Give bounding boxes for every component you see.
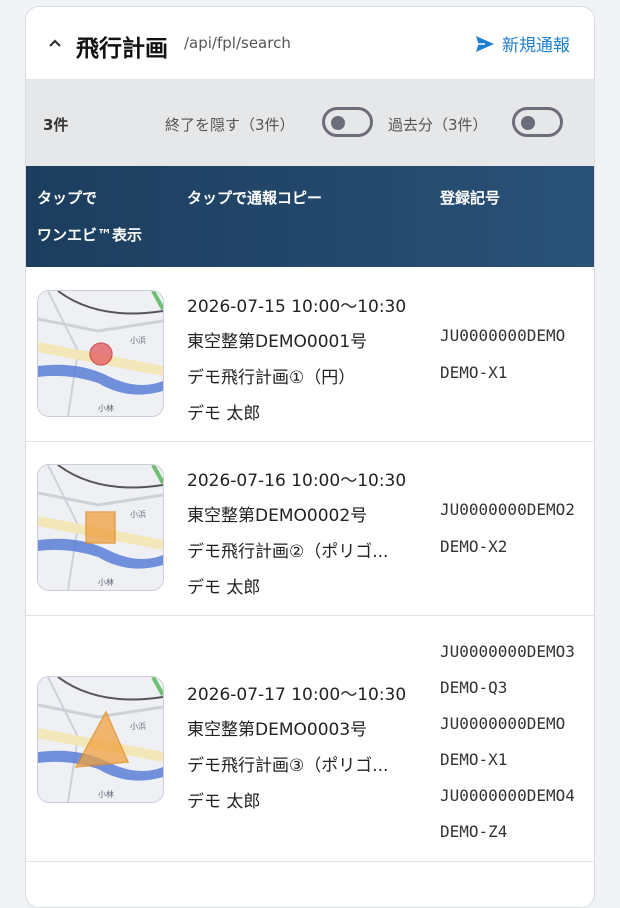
map-label: 小浜: [130, 721, 146, 731]
row-registration: JU0000000DEMO3: [440, 642, 575, 661]
card-header: 飛行計画 /api/fpl/search 新規通報: [26, 7, 594, 80]
new-report-label: 新規通報: [502, 36, 570, 56]
map-image: 小浜 小林: [38, 465, 163, 590]
row-permit: 東空整第DEMO0003号: [187, 720, 368, 740]
row-registration: DEMO-X2: [440, 537, 508, 556]
row-registration: JU0000000DEMO: [440, 714, 566, 733]
flight-area-circle: [89, 342, 113, 366]
map-thumbnail[interactable]: 小浜 小林: [37, 290, 164, 417]
row-datetime: 2026-07-15 10:00〜10:30: [187, 297, 407, 317]
hide-finished-label: 終了を隠す（3件）: [165, 116, 295, 134]
col-header-registration: 登録記号: [440, 189, 501, 207]
table-header: タップで ワンエビ™表示 タップで通報コピー 登録記号: [26, 166, 594, 267]
row-registration: JU0000000DEMO4: [440, 786, 575, 805]
row-pilot: デモ 太郎: [187, 792, 261, 812]
col-header-map-line1: タップで: [37, 189, 98, 207]
filter-bar: 3件 終了を隠す（3件） 過去分（3件）: [26, 80, 594, 166]
map-label: 小林: [98, 403, 114, 413]
flight-plan-card: 飛行計画 /api/fpl/search 新規通報 3件 終了を隠す（3件） 過…: [25, 6, 595, 908]
row-datetime: 2026-07-16 10:00〜10:30: [187, 471, 407, 491]
row-plan-name: デモ飛行計画③（ポリゴ...: [187, 756, 389, 776]
table-row[interactable]: 小浜 小林 2026-07-15 10:00〜10:30 東空整第DEMO000…: [26, 268, 594, 442]
row-permit: 東空整第DEMO0002号: [187, 506, 368, 526]
row-registration: DEMO-X1: [440, 363, 508, 382]
row-registration: DEMO-Q3: [440, 678, 508, 697]
flight-area-square: [85, 511, 116, 544]
map-label: 小浜: [130, 509, 146, 519]
past-label: 過去分（3件）: [388, 116, 488, 134]
api-path: /api/fpl/search: [184, 34, 291, 52]
row-pilot: デモ 太郎: [187, 404, 261, 424]
row-permit: 東空整第DEMO0001号: [187, 332, 368, 352]
table-row[interactable]: 小浜 小林 2026-07-17 10:00〜10:30 東空整第DEMO000…: [26, 616, 594, 862]
row-plan-name: デモ飛行計画①（円）: [187, 368, 356, 388]
col-header-copy: タップで通報コピー: [187, 189, 323, 207]
hide-finished-toggle[interactable]: [322, 107, 373, 137]
row-registration: DEMO-Z4: [440, 822, 508, 841]
row-registration: JU0000000DEMO2: [440, 500, 575, 519]
map-thumbnail[interactable]: 小浜 小林: [37, 464, 164, 591]
new-report-button[interactable]: 新規通報: [475, 31, 570, 56]
row-registration: JU0000000DEMO: [440, 326, 566, 345]
map-image: 小浜 小林: [38, 677, 163, 802]
row-datetime: 2026-07-17 10:00〜10:30: [187, 685, 407, 705]
row-plan-name: デモ飛行計画②（ポリゴ...: [187, 542, 389, 562]
col-header-map-line2: ワンエビ™表示: [37, 226, 143, 244]
map-label: 小林: [98, 789, 114, 799]
page-title: 飛行計画: [76, 36, 168, 62]
chevron-up-icon[interactable]: [48, 36, 62, 50]
send-icon: [476, 35, 494, 52]
past-toggle[interactable]: [512, 107, 563, 137]
toggle-knob: [331, 116, 345, 130]
map-image: 小浜 小林: [38, 291, 163, 416]
row-pilot: デモ 太郎: [187, 578, 261, 598]
toggle-knob: [521, 116, 535, 130]
result-count: 3件: [43, 116, 69, 134]
map-thumbnail[interactable]: 小浜 小林: [37, 676, 164, 803]
map-label: 小浜: [130, 335, 146, 345]
table-row[interactable]: 小浜 小林 2026-07-16 10:00〜10:30 東空整第DEMO000…: [26, 442, 594, 616]
row-registration: DEMO-X1: [440, 750, 508, 769]
map-label: 小林: [98, 577, 114, 587]
